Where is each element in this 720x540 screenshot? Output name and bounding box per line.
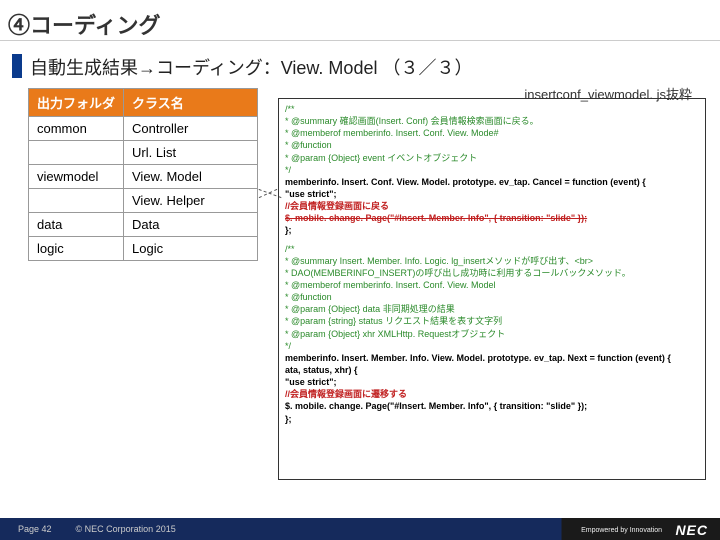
code-highlight: $. mobile. change. Page("#Insert. Member… (285, 212, 699, 224)
brand-logo: NEC (675, 522, 708, 538)
table-row: commonController (29, 117, 258, 141)
slide-subtitle: 自動生成結果→コーディング：View. Model （３／３） (30, 54, 472, 80)
code-comment: * @param {Object} data 非同期処理の結果 (285, 303, 699, 315)
code-comment: * @param {string} status リクエスト結果を表す文字列 (285, 315, 699, 327)
code-comment: * @function (285, 139, 699, 151)
code-comment: * @summary 確認画面(Insert. Conf) 会員情報検索画面に戻… (285, 115, 699, 127)
code-highlight: //会員情報登録画面に戻る (285, 200, 699, 212)
code-line: }; (285, 414, 292, 424)
folder-class-table: 出力フォルダ クラス名 commonController Url. List v… (28, 88, 258, 261)
title-bar (12, 54, 22, 78)
code-comment: * @function (285, 291, 699, 303)
code-comment: * DAO(MEMBERINFO_INSERT)の呼び出し成功時に利用するコール… (285, 267, 699, 279)
table-row: logicLogic (29, 237, 258, 261)
code-comment: */ (285, 164, 699, 176)
code-comment: */ (285, 340, 699, 352)
page-number: Page 42 (18, 524, 52, 534)
code-line: "use strict"; (285, 189, 337, 199)
code-line: memberinfo. Insert. Conf. View. Model. p… (285, 177, 646, 187)
code-comment: * @param {Object} xhr XMLHttp. Requestオブ… (285, 328, 699, 340)
copyright: © NEC Corporation 2015 (76, 524, 176, 534)
code-comment: * @memberof memberinfo. Insert. Conf. Vi… (285, 127, 699, 139)
table-row: View. Helper (29, 189, 258, 213)
code-comment: * @memberof memberinfo. Insert. Conf. Vi… (285, 279, 699, 291)
footer-bar: Page 42 © NEC Corporation 2015 Empowered… (0, 518, 720, 540)
code-comment: * @param {Object} event イベントオブジェクト (285, 152, 699, 164)
code-comment: /** (285, 103, 699, 115)
table-row: dataData (29, 213, 258, 237)
tagline: Empowered by Innovation (581, 527, 662, 534)
code-line: ata, status, xhr) { (285, 365, 358, 375)
code-line: memberinfo. Insert. Member. Info. View. … (285, 353, 671, 363)
title-divider (0, 40, 720, 41)
th-folder: 出力フォルダ (29, 89, 124, 117)
table-row: viewmodelView. Model (29, 165, 258, 189)
table-row: Url. List (29, 141, 258, 165)
code-panel: /** * @summary 確認画面(Insert. Conf) 会員情報検索… (278, 98, 706, 480)
code-comment: /** (285, 243, 699, 255)
code-line: }; (285, 225, 292, 235)
code-line: $. mobile. change. Page("#Insert. Member… (285, 401, 587, 411)
code-comment: * @summary Insert. Member. Info. Logic. … (285, 255, 699, 267)
code-highlight: //会員情報登録画面に遷移する (285, 388, 699, 400)
th-class: クラス名 (124, 89, 258, 117)
slide-title: ④コーディング (8, 8, 160, 40)
code-line: "use strict"; (285, 377, 337, 387)
